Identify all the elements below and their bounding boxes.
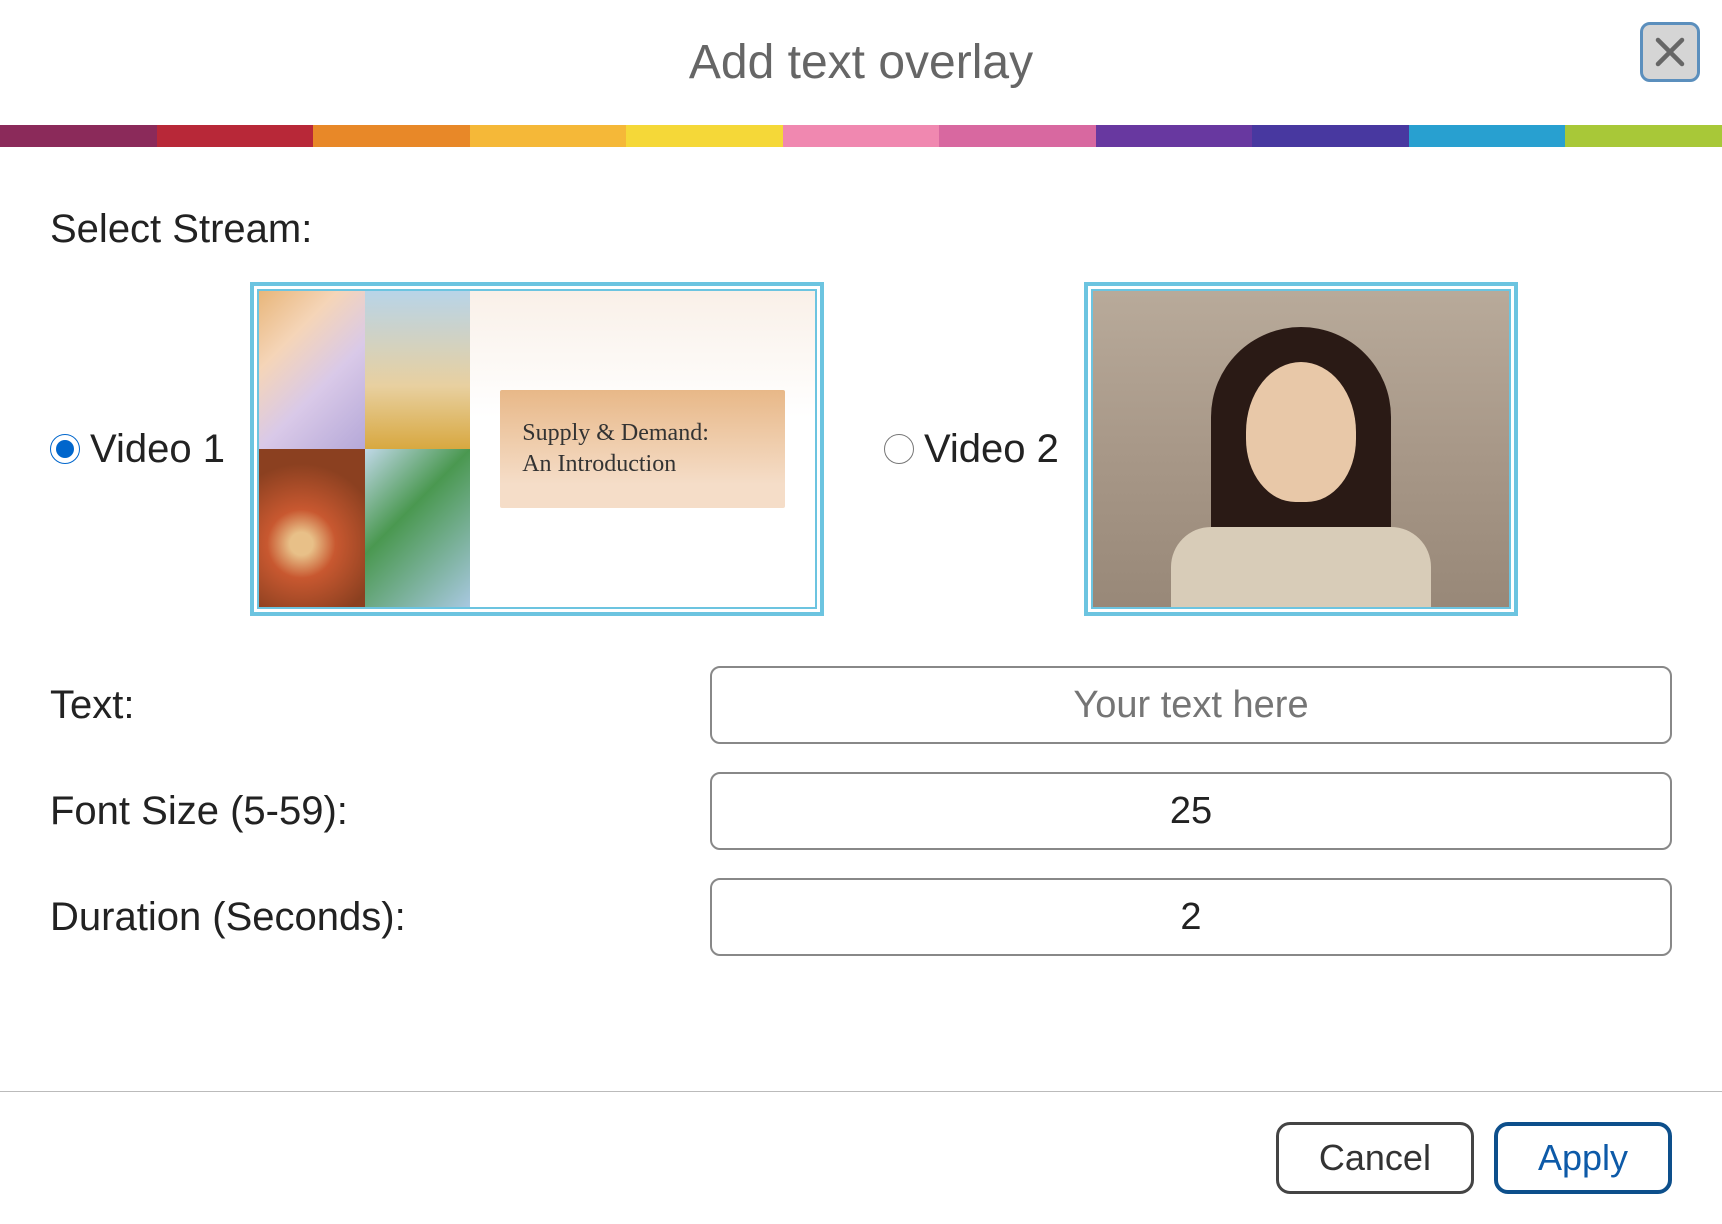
video-2-thumbnail[interactable] — [1084, 282, 1518, 616]
text-label: Text: — [50, 683, 710, 728]
fontsize-field-row: Font Size (5-59): — [50, 772, 1672, 850]
apply-button[interactable]: Apply — [1494, 1122, 1672, 1194]
duration-label: Duration (Seconds): — [50, 895, 710, 940]
dialog-footer: Cancel Apply — [0, 1092, 1722, 1224]
thumb-collage-tile — [365, 291, 471, 449]
dialog-content: Select Stream: Video 1 — [0, 147, 1722, 1091]
thumb-collage-tile — [259, 291, 365, 449]
duration-input[interactable] — [710, 878, 1672, 956]
dialog-header: Add text overlay — [0, 0, 1722, 125]
cancel-button[interactable]: Cancel — [1276, 1122, 1474, 1194]
stream-option-1: Video 1 Supply & Demand: An Introduction — [50, 282, 824, 616]
video-1-thumbnail[interactable]: Supply & Demand: An Introduction — [250, 282, 824, 616]
thumb-collage-tile — [259, 449, 365, 607]
thumb1-slide-title-1: Supply & Demand: — [522, 420, 709, 446]
thumb-collage-tile — [365, 449, 471, 607]
person-preview — [1151, 327, 1451, 607]
video-1-label[interactable]: Video 1 — [90, 427, 225, 472]
select-stream-label: Select Stream: — [50, 207, 1672, 252]
duration-field-row: Duration (Seconds): — [50, 878, 1672, 956]
stream-option-2: Video 2 — [884, 282, 1518, 616]
thumb1-slide-title-2: An Introduction — [522, 451, 676, 477]
close-icon — [1652, 34, 1688, 70]
video-1-radio[interactable] — [50, 434, 80, 464]
video-2-label[interactable]: Video 2 — [924, 427, 1059, 472]
dialog-title: Add text overlay — [689, 35, 1033, 90]
stream-selection-row: Video 1 Supply & Demand: An Introduction — [50, 282, 1672, 616]
fontsize-input[interactable] — [710, 772, 1672, 850]
fontsize-label: Font Size (5-59): — [50, 789, 710, 834]
add-text-overlay-dialog: Add text overlay Select Stream: — [0, 0, 1722, 1224]
color-bar — [0, 125, 1722, 147]
video-2-radio[interactable] — [884, 434, 914, 464]
close-button[interactable] — [1640, 22, 1700, 82]
text-field-row: Text: — [50, 666, 1672, 744]
text-input[interactable] — [710, 666, 1672, 744]
